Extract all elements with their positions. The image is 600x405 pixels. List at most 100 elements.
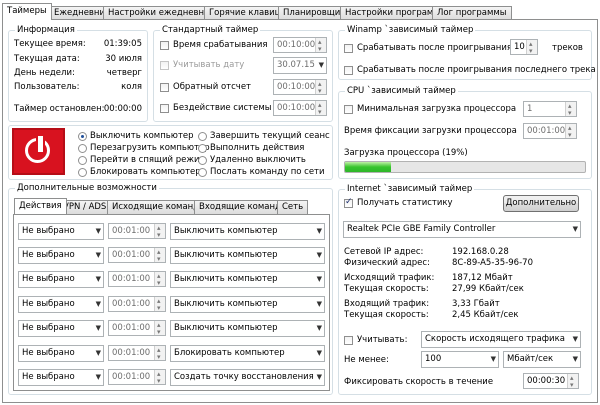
radio-logoff-label: Завершить текущий сеанс bbox=[210, 131, 330, 141]
chevron-down-icon: ▼ bbox=[95, 227, 101, 235]
get-stats-checkbox[interactable] bbox=[344, 197, 353, 208]
extra-condition-select[interactable]: Не выбрано ▼ bbox=[18, 296, 104, 313]
extra-time-input-value: 00:01:00 bbox=[112, 250, 151, 260]
chevron-down-icon: ▼ bbox=[318, 61, 324, 69]
extra-time-input[interactable]: 00:01:00 bbox=[108, 318, 166, 339]
more-button[interactable]: Дополнительно bbox=[503, 195, 579, 212]
info-date-value: 30 июля bbox=[105, 54, 142, 64]
chevron-down-icon: ▼ bbox=[572, 355, 578, 363]
cpu-fix-time-input[interactable]: 00:01:00 bbox=[523, 121, 577, 142]
extra-time-spinner[interactable] bbox=[154, 318, 165, 339]
extra-condition-select-value: Не выбрано bbox=[22, 372, 75, 382]
radio-logoff[interactable] bbox=[198, 132, 207, 141]
extra-time-spinner[interactable] bbox=[154, 367, 165, 388]
fix-speed-input[interactable]: 00:00:30 bbox=[523, 371, 579, 392]
extra-action-select-value: Блокировать компьютер bbox=[174, 348, 285, 358]
countdown-input[interactable]: 00:10:00 bbox=[273, 77, 327, 98]
extra-action-select[interactable]: Создать точку восстановления ▼ bbox=[170, 369, 325, 386]
extra-time-input[interactable]: 00:01:00 bbox=[108, 343, 166, 364]
consider-date-picker[interactable]: 30.07.15 ▼ bbox=[273, 57, 327, 74]
radio-send-command[interactable] bbox=[198, 168, 207, 177]
subtab-network[interactable]: Сеть bbox=[277, 200, 309, 214]
extra-condition-select[interactable]: Не выбрано ▼ bbox=[18, 345, 104, 362]
extra-time-spinner[interactable] bbox=[154, 343, 165, 364]
winamp-after-play-checkbox[interactable] bbox=[344, 44, 353, 53]
extra-condition-select[interactable]: Не выбрано ▼ bbox=[18, 247, 104, 264]
unit-select[interactable]: Мбайт/сек ▼ bbox=[503, 351, 581, 368]
extra-time-spinner[interactable] bbox=[154, 245, 165, 266]
tab-timers[interactable]: Таймеры bbox=[2, 3, 52, 20]
not-less-select[interactable]: 100 ▼ bbox=[421, 351, 499, 368]
extra-condition-select[interactable]: Не выбрано ▼ bbox=[18, 320, 104, 337]
extra-time-spinner[interactable] bbox=[154, 294, 165, 315]
cpu-min-load-checkbox[interactable] bbox=[344, 105, 353, 114]
chevron-down-icon: ▼ bbox=[95, 251, 101, 259]
adapter-select[interactable]: Realtek PCIe GBE Family Controller ▼ bbox=[343, 221, 581, 238]
out-traffic-label: Исходящий трафик: bbox=[344, 273, 435, 283]
power-icon[interactable] bbox=[12, 128, 65, 175]
extra-action-select[interactable]: Выключить компьютер ▼ bbox=[170, 247, 325, 264]
extra-time-input[interactable]: 00:01:00 bbox=[108, 221, 166, 242]
fix-speed-value: 00:00:30 bbox=[527, 376, 566, 386]
extra-condition-select-value: Не выбрано bbox=[22, 299, 75, 309]
radio-shutdown[interactable] bbox=[78, 132, 87, 141]
chevron-down-icon: ▼ bbox=[316, 300, 322, 308]
countdown-checkbox[interactable] bbox=[160, 83, 169, 92]
winamp-tracks-spinner[interactable] bbox=[526, 37, 537, 58]
cpu-min-load-spinner[interactable] bbox=[565, 99, 576, 120]
tab-program-log[interactable]: Лог программы bbox=[432, 6, 512, 20]
countdown-spinner[interactable] bbox=[315, 77, 326, 98]
extra-action-select[interactable]: Блокировать компьютер ▼ bbox=[170, 345, 325, 362]
extra-condition-select[interactable]: Не выбрано ▼ bbox=[18, 369, 104, 386]
cpu-load-label: Загрузка процессора (19%) bbox=[344, 148, 468, 158]
radio-sleep-label: Перейти в спящий режим bbox=[90, 155, 206, 165]
mac-label: Физический адрес: bbox=[344, 258, 430, 268]
cpu-title: CPU `зависимый таймер bbox=[345, 86, 458, 96]
trigger-time-spinner[interactable] bbox=[315, 35, 326, 56]
consider-select[interactable]: Скорость исходящего трафика ▼ bbox=[421, 331, 581, 348]
extra-action-select-value: Выключить компьютер bbox=[174, 323, 278, 333]
cpu-min-load-input[interactable]: 1 bbox=[523, 99, 577, 120]
radio-sleep[interactable] bbox=[78, 156, 87, 165]
consider-checkbox[interactable] bbox=[344, 336, 353, 345]
cpu-fix-time-spinner[interactable] bbox=[565, 121, 576, 142]
extra-action-select[interactable]: Выключить компьютер ▼ bbox=[170, 296, 325, 313]
idle-input[interactable]: 00:10:00 bbox=[273, 98, 327, 119]
in-traffic-label: Входящий трафик: bbox=[344, 299, 430, 309]
out-speed-label: Текущая скорость: bbox=[344, 284, 429, 294]
radio-run-actions[interactable] bbox=[198, 144, 207, 153]
winamp-title: Winamp `зависимый таймер bbox=[345, 25, 476, 35]
extra-time-input[interactable]: 00:01:00 bbox=[108, 269, 166, 290]
consider-value: Скорость исходящего трафика bbox=[425, 334, 565, 344]
info-user-value: коля bbox=[121, 82, 142, 92]
winamp-tracks-input[interactable]: 10 bbox=[510, 37, 538, 58]
in-speed-value: 2,45 Кбайт/сек bbox=[452, 310, 519, 320]
extra-time-input[interactable]: 00:01:00 bbox=[108, 367, 166, 388]
trigger-time-input[interactable]: 00:10:00 bbox=[273, 35, 327, 56]
extra-action-select[interactable]: Выключить компьютер ▼ bbox=[170, 271, 325, 288]
radio-reboot[interactable] bbox=[78, 144, 87, 153]
extra-action-select[interactable]: Выключить компьютер ▼ bbox=[170, 320, 325, 337]
trigger-time-checkbox[interactable] bbox=[160, 41, 169, 50]
fix-speed-spinner[interactable] bbox=[567, 371, 578, 392]
info-date-label: Текущая дата: bbox=[14, 54, 80, 64]
extra-time-input[interactable]: 00:01:00 bbox=[108, 294, 166, 315]
extra-time-input[interactable]: 00:01:00 bbox=[108, 245, 166, 266]
idle-spinner[interactable] bbox=[315, 98, 326, 119]
radio-remote-shutdown[interactable] bbox=[198, 156, 207, 165]
extra-condition-select[interactable]: Не выбрано ▼ bbox=[18, 223, 104, 240]
radio-lock[interactable] bbox=[78, 168, 87, 177]
extra-condition-select[interactable]: Не выбрано ▼ bbox=[18, 271, 104, 288]
extra-action-select[interactable]: Выключить компьютер ▼ bbox=[170, 223, 325, 240]
extra-condition-select-value: Не выбрано bbox=[22, 274, 75, 284]
subtab-actions[interactable]: Действия bbox=[14, 198, 67, 214]
winamp-after-last-checkbox[interactable] bbox=[344, 66, 353, 75]
extra-time-spinner[interactable] bbox=[154, 269, 165, 290]
extra-condition-select-value: Не выбрано bbox=[22, 323, 75, 333]
unit-value: Мбайт/сек bbox=[507, 354, 554, 364]
chevron-down-icon: ▼ bbox=[316, 275, 322, 283]
idle-checkbox[interactable] bbox=[160, 104, 169, 113]
consider-date-checkbox[interactable] bbox=[160, 61, 169, 70]
extra-time-input-value: 00:01:00 bbox=[112, 323, 151, 333]
extra-time-spinner[interactable] bbox=[154, 221, 165, 242]
